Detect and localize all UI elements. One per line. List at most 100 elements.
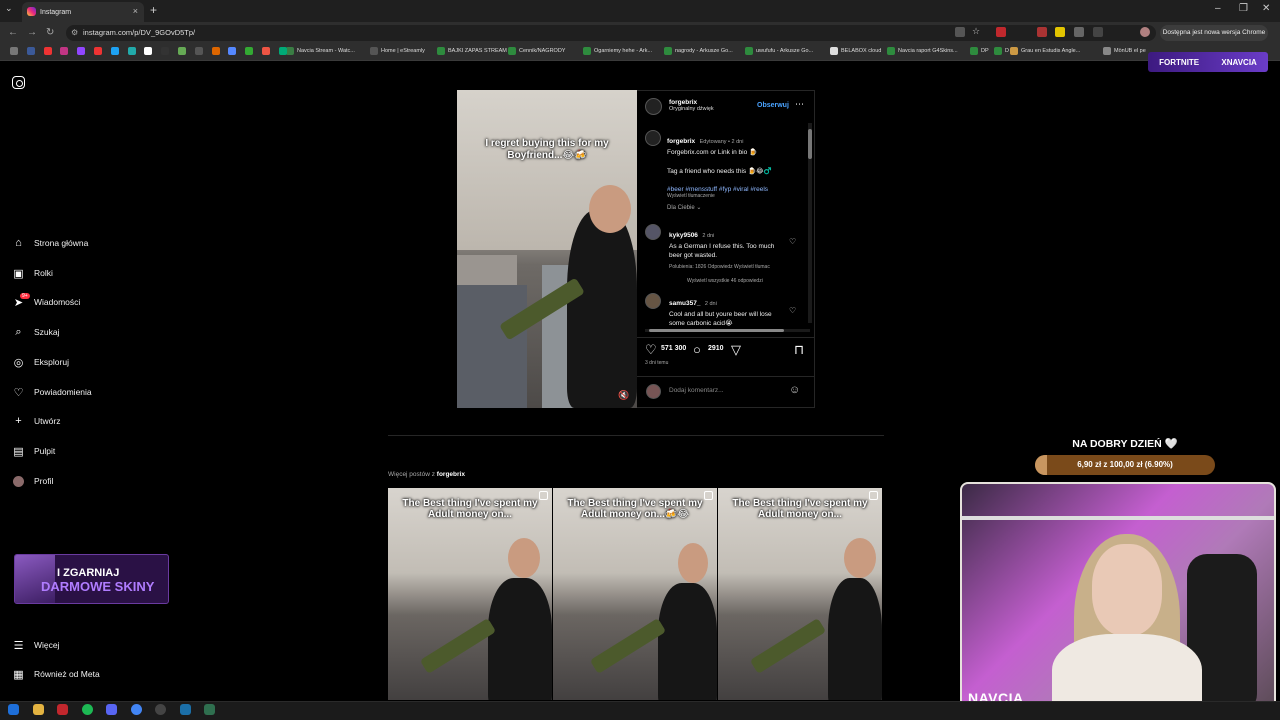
restore-icon[interactable]: ❐: [1239, 3, 1248, 14]
bookmark-item[interactable]: MönUB el pe: [1103, 47, 1146, 55]
chrome-icon[interactable]: [131, 704, 142, 715]
tab-instagram[interactable]: Instagram ×: [22, 2, 144, 22]
comment-user[interactable]: samu357_: [669, 300, 700, 307]
extension-icon[interactable]: [1055, 27, 1065, 37]
sidebar-item-explore[interactable]: ◎ Eksploruj: [12, 353, 69, 371]
more-post-thumbnail[interactable]: The Best thing I've spent my Adult money…: [553, 488, 717, 700]
sidebar-item-messages[interactable]: ➤ 9+ Wiadomości: [12, 292, 80, 311]
more-post-thumbnail[interactable]: The Best thing I've spent my Adult money…: [388, 488, 552, 700]
bookmark-item[interactable]: BAJKI ZAPAS STREAM: [437, 47, 507, 55]
chrome-update-button[interactable]: Dostępna jest nowa wersja Chrome: [1160, 25, 1268, 41]
see-translation-link[interactable]: Wyświetl tłumaczenie: [667, 193, 807, 199]
instagram-logo-icon[interactable]: [12, 76, 25, 89]
start-icon[interactable]: [8, 704, 19, 715]
bookmark-shortcut-icon[interactable]: [211, 47, 220, 55]
comment-user[interactable]: kyky9506: [669, 232, 698, 239]
more-post-thumbnail[interactable]: The Best thing I've spent my Adult money…: [718, 488, 882, 700]
forward-icon[interactable]: →: [27, 27, 37, 38]
sidebar-item-also-from-meta[interactable]: ▦ Również od Meta: [12, 665, 99, 683]
sidebar-item-reels[interactable]: ▣ Rolki: [12, 264, 53, 282]
post-video[interactable]: I regret buying this for my Boyfriend...…: [457, 90, 637, 408]
share-icon[interactable]: ▽: [731, 342, 741, 358]
comments-scrollbar[interactable]: [808, 123, 812, 323]
install-app-icon[interactable]: [955, 27, 965, 37]
horizontal-scrollbar[interactable]: [645, 329, 810, 332]
comment-avatar[interactable]: [645, 224, 661, 240]
sidebar-item-more[interactable]: ☰ Więcej: [12, 636, 60, 654]
caption-author-avatar[interactable]: [645, 130, 661, 146]
bookmark-shortcut-icon[interactable]: [10, 47, 18, 55]
like-comment-heart-icon[interactable]: ♡: [789, 306, 796, 315]
bookmark-shortcut-icon[interactable]: [144, 47, 153, 55]
sidebar-item-home[interactable]: ⌂ Strona główna: [12, 234, 88, 252]
follow-button[interactable]: Obserwuj: [757, 102, 789, 109]
profile-avatar-icon[interactable]: [1140, 27, 1150, 37]
bookmark-shortcut-icon[interactable]: [278, 47, 287, 55]
extension-icon[interactable]: [1037, 27, 1047, 37]
new-tab-icon[interactable]: +: [150, 3, 157, 17]
sidebar-item-dashboard[interactable]: ▤ Pulpit: [12, 442, 55, 460]
bookmark-item[interactable]: Grau en Estudis Angle...: [1010, 47, 1080, 55]
bookmark-item[interactable]: nagrody - Arkusze Go...: [664, 47, 733, 55]
add-comment-input[interactable]: Dodaj komentarz...: [669, 387, 724, 394]
site-info-icon[interactable]: ⚙: [71, 25, 78, 41]
comment-icon[interactable]: ○: [693, 342, 701, 357]
sidebar-item-search[interactable]: ⌕ Szukaj: [12, 323, 59, 341]
address-bar[interactable]: ⚙ instagram.com/p/DV_9GOvD5Tp/: [66, 25, 1156, 41]
extension-icon[interactable]: [1074, 27, 1084, 37]
bookmark-shortcut-icon[interactable]: [110, 47, 119, 55]
comment-avatar[interactable]: [645, 293, 661, 309]
tab-search-icon[interactable]: ⌄: [5, 3, 13, 14]
bookmark-item[interactable]: Cennik/NAGRODY: [508, 47, 565, 55]
file-explorer-icon[interactable]: [33, 704, 44, 715]
bookmark-star-icon[interactable]: ☆: [972, 26, 982, 36]
app-icon[interactable]: [204, 704, 215, 715]
close-tab-icon[interactable]: ×: [133, 6, 138, 16]
likes-count[interactable]: 571 300: [661, 345, 686, 352]
back-icon[interactable]: ←: [8, 27, 18, 38]
hashtags[interactable]: #beer #mensstuff #fyp #viral #reels: [667, 186, 807, 193]
emoji-icon[interactable]: ☺: [789, 384, 800, 396]
bookmark-shortcut-icon[interactable]: [245, 47, 254, 55]
bookmark-shortcut-icon[interactable]: [228, 47, 237, 55]
bookmark-item[interactable]: D: [994, 47, 1009, 55]
bookmark-item[interactable]: Ogarniemy hehe - Ark...: [583, 47, 652, 55]
view-replies-link[interactable]: Wyświetl wszystkie 46 odpowiedzi: [687, 278, 789, 284]
comment-meta[interactable]: Polubienia: 1826 Odpowiedz Wyświetl tłum…: [669, 264, 789, 270]
bookmark-shortcut-icon[interactable]: [43, 47, 52, 55]
bookmark-shortcut-icon[interactable]: [26, 47, 35, 55]
sidebar-item-notifications[interactable]: ♡ Powiadomienia: [12, 383, 92, 401]
bookmark-shortcut-icon[interactable]: [194, 47, 203, 55]
bookmark-item[interactable]: Home | eStreamly: [370, 47, 425, 55]
obs-icon[interactable]: [155, 704, 166, 715]
bookmark-shortcut-icon[interactable]: [178, 47, 186, 55]
bookmark-shortcut-icon[interactable]: [60, 47, 69, 55]
steam-icon[interactable]: [180, 704, 191, 715]
bookmark-item[interactable]: BELABOX cloud: [830, 47, 881, 55]
reload-icon[interactable]: ↻: [46, 27, 54, 38]
for-you-dropdown[interactable]: Dla Ciebie ⌄: [667, 204, 701, 211]
audio-label[interactable]: Oryginalny dźwięk: [669, 106, 714, 112]
more-options-icon[interactable]: ⋯: [795, 99, 804, 110]
like-heart-icon[interactable]: ♡: [645, 342, 657, 358]
extension-icon[interactable]: [996, 27, 1006, 37]
minimize-icon[interactable]: –: [1215, 3, 1221, 14]
more-posts-user[interactable]: forgebrix: [437, 471, 465, 478]
spotify-icon[interactable]: [82, 704, 93, 715]
bookmark-shortcut-icon[interactable]: [127, 47, 136, 55]
opera-icon[interactable]: [57, 704, 68, 715]
save-bookmark-icon[interactable]: ⊓: [794, 342, 804, 358]
bookmark-item[interactable]: DP: [970, 47, 989, 55]
sidebar-item-profile[interactable]: Profil: [12, 472, 53, 490]
mute-icon[interactable]: 🔇: [618, 390, 629, 401]
bookmark-shortcut-icon[interactable]: [262, 47, 270, 55]
sidebar-item-create[interactable]: + Utwórz: [12, 412, 60, 430]
bookmark-shortcut-icon[interactable]: [77, 47, 86, 55]
bookmark-shortcut-icon[interactable]: [161, 47, 170, 55]
extensions-puzzle-icon[interactable]: [1093, 27, 1103, 37]
caption-author[interactable]: forgebrix: [667, 138, 695, 145]
discord-icon[interactable]: [106, 704, 117, 715]
close-window-icon[interactable]: ✕: [1262, 3, 1270, 14]
bookmark-item[interactable]: Navcia Stream - Watc...: [286, 47, 355, 55]
like-comment-heart-icon[interactable]: ♡: [789, 237, 796, 246]
